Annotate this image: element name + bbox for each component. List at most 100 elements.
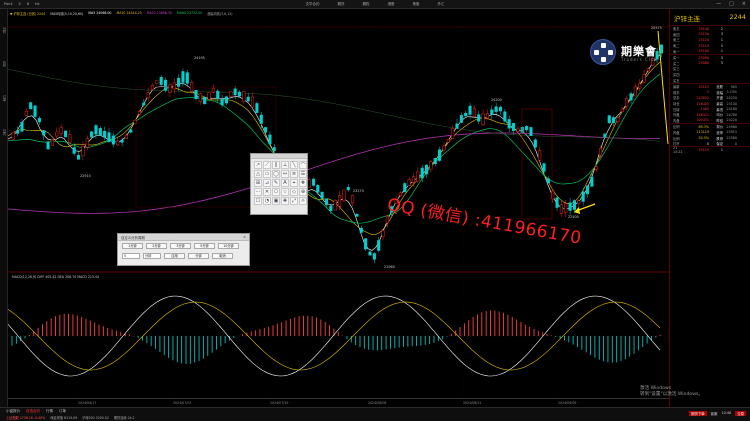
drawing-tool-icon[interactable]: ↔ <box>281 170 289 178</box>
candle-body <box>11 131 15 140</box>
period-button[interactable]: 5分钟 <box>194 243 215 249</box>
kline-chart[interactable]: 24195 24200 23270 22910 22500 21960 25575 MACD(… <box>8 9 669 398</box>
drawing-tool-icon[interactable]: ∥ <box>272 161 280 169</box>
candle-body <box>372 253 376 260</box>
date-axis: 2024/06/17 2024/07/03 2024/07/19 2024/08… <box>8 398 669 407</box>
cancel-button[interactable]: 取消 <box>212 253 233 259</box>
candle-body <box>203 96 207 105</box>
nav-item[interactable]: 期货 <box>338 2 345 7</box>
drawing-tool-icon[interactable]: ☆ <box>281 188 289 196</box>
drawing-tool-icon[interactable]: ☐ <box>254 197 262 205</box>
nav-item[interactable]: 文华合约 <box>306 2 320 7</box>
indicator-line: ▼ 沪锌主连 (日线) 2244 MA5均线(5,10,20,60) MA5 2… <box>10 11 233 16</box>
nav-item[interactable]: 港股 <box>388 2 395 7</box>
contract-price: 2244 <box>729 13 746 21</box>
indicator-item: ▼ 沪锌主连 (日线) 2244 <box>10 12 46 16</box>
clock: 10:46 <box>721 411 732 415</box>
status-tab[interactable]: 订单 <box>59 409 66 414</box>
stat-row-cell: 涨停 <box>716 130 723 135</box>
drawing-tool-icon[interactable]: ⤢ <box>290 197 298 205</box>
maximize-button[interactable]: □ <box>729 1 734 7</box>
period-unit-select[interactable]: 分钟 <box>143 253 161 259</box>
drawing-tool-icon[interactable]: ◇ <box>290 188 298 196</box>
candle-body <box>164 79 168 91</box>
stat-row-cell: 日增 <box>673 107 680 112</box>
trade-button[interactable]: 交易 <box>735 411 746 416</box>
price-label: 22910 <box>80 174 91 178</box>
candle-body <box>442 145 446 151</box>
drawing-tool-icon[interactable]: ⊞ <box>254 179 262 187</box>
drawing-tool-icon[interactable]: A <box>281 179 289 187</box>
nav-item[interactable]: 期权 <box>363 2 370 7</box>
candle-body <box>20 122 24 132</box>
drawing-tool-icon[interactable]: ⟋ <box>263 161 271 169</box>
drawing-tool-icon[interactable]: ✕ <box>263 188 271 196</box>
drawing-tool-icon[interactable]: ✎ <box>272 179 280 187</box>
stat-row-cell: 内盘 <box>673 130 680 135</box>
drawing-tool-icon[interactable]: ◯ <box>272 170 280 178</box>
left-tab-timeshare[interactable]: 分时 <box>2 27 7 33</box>
drawing-tool-icon[interactable]: ⎔ <box>272 188 280 196</box>
period-number-select[interactable]: 5 <box>122 253 140 259</box>
dialog-titlebar[interactable]: 自定义分析周期 × <box>118 234 249 241</box>
stat-row-cell: 25125 <box>698 84 710 89</box>
drawing-tool-icon[interactable]: ◔ <box>263 197 271 205</box>
indicator-item: 涨幅均线(3,6,12) <box>207 12 233 16</box>
drawing-tool-icon[interactable]: ✚ <box>281 197 289 205</box>
status-tab[interactable]: 行情 <box>46 409 53 414</box>
nav-item[interactable]: 美股 <box>413 2 420 7</box>
left-tab-kline[interactable]: K线 <box>2 61 7 66</box>
date-label: 2024/08/06 <box>368 401 387 405</box>
drawing-tool-icon[interactable]: ⟂ <box>281 161 289 169</box>
service-link[interactable]: 客服 <box>711 411 718 416</box>
candle-body <box>107 132 111 142</box>
stat-row-cell: 3.74% <box>726 90 737 95</box>
candle-body <box>507 119 511 129</box>
drawing-tool-icon[interactable]: △ <box>254 170 262 178</box>
candle-body <box>481 113 485 126</box>
period-button[interactable]: 10分钟 <box>218 243 239 249</box>
drawing-tool-icon[interactable]: ⊕ <box>299 188 307 196</box>
candle-body <box>659 44 664 54</box>
drawing-tool-icon[interactable]: ≡ <box>290 170 298 178</box>
candle-body <box>50 139 55 146</box>
stat-row-cell: 25915 <box>726 130 738 135</box>
drawing-tool-icon[interactable]: ⋯ <box>254 188 262 196</box>
drawing-tool-icon[interactable]: ╲ <box>290 161 298 169</box>
left-tab-intraday[interactable]: 日内 <box>2 129 7 135</box>
drawing-tool-icon[interactable]: ▣ <box>272 197 280 205</box>
left-toolbar: 分时 K线 订单 日内 <box>0 9 8 407</box>
minimize-button[interactable]: — <box>716 1 721 7</box>
dialog-close-icon[interactable]: × <box>243 235 246 239</box>
period-button[interactable]: 1分钟 <box>122 243 143 249</box>
drawing-tool-icon[interactable]: ⌖ <box>290 179 298 187</box>
unit-button[interactable]: 分钟 <box>188 253 209 259</box>
tick-row-cell: 25125 <box>698 148 710 153</box>
drawing-tool-icon[interactable]: ⌒ <box>299 161 307 169</box>
close-button[interactable]: × <box>742 1 746 7</box>
drawing-tool-icon[interactable]: ❖ <box>299 179 307 187</box>
nav-item[interactable]: 外汇 <box>438 2 445 7</box>
candle-body <box>94 125 98 135</box>
candle-body <box>529 127 533 136</box>
candle-body <box>381 230 385 237</box>
drawing-tool-icon[interactable]: ⊿ <box>263 179 271 187</box>
drawing-tool-icon[interactable]: ☰ <box>299 170 307 178</box>
drawing-tool-icon[interactable]: ▭ <box>263 170 271 178</box>
drawing-tool-icon[interactable]: ↗ <box>254 161 262 169</box>
drawing-tool-icon[interactable]: ☼ <box>299 197 307 205</box>
status-tab[interactable]: 自选合约 <box>26 409 40 414</box>
candle-body <box>264 127 268 133</box>
status-tab[interactable]: 小窗报价 <box>6 409 20 414</box>
apply-button[interactable]: 应用 <box>164 253 185 259</box>
order-button[interactable]: 期货下单 <box>689 411 707 416</box>
candle-body <box>568 202 572 211</box>
candle-body <box>359 227 363 233</box>
candle-body <box>24 110 28 116</box>
left-tab-order[interactable]: 订单 <box>2 95 7 101</box>
candle-body <box>77 154 81 160</box>
period-button[interactable]: 2分钟 <box>146 243 167 249</box>
candle-body <box>255 103 259 113</box>
period-button[interactable]: 3分钟 <box>170 243 191 249</box>
indicator-item: MA5均线(5,10,20,60) <box>50 12 84 16</box>
